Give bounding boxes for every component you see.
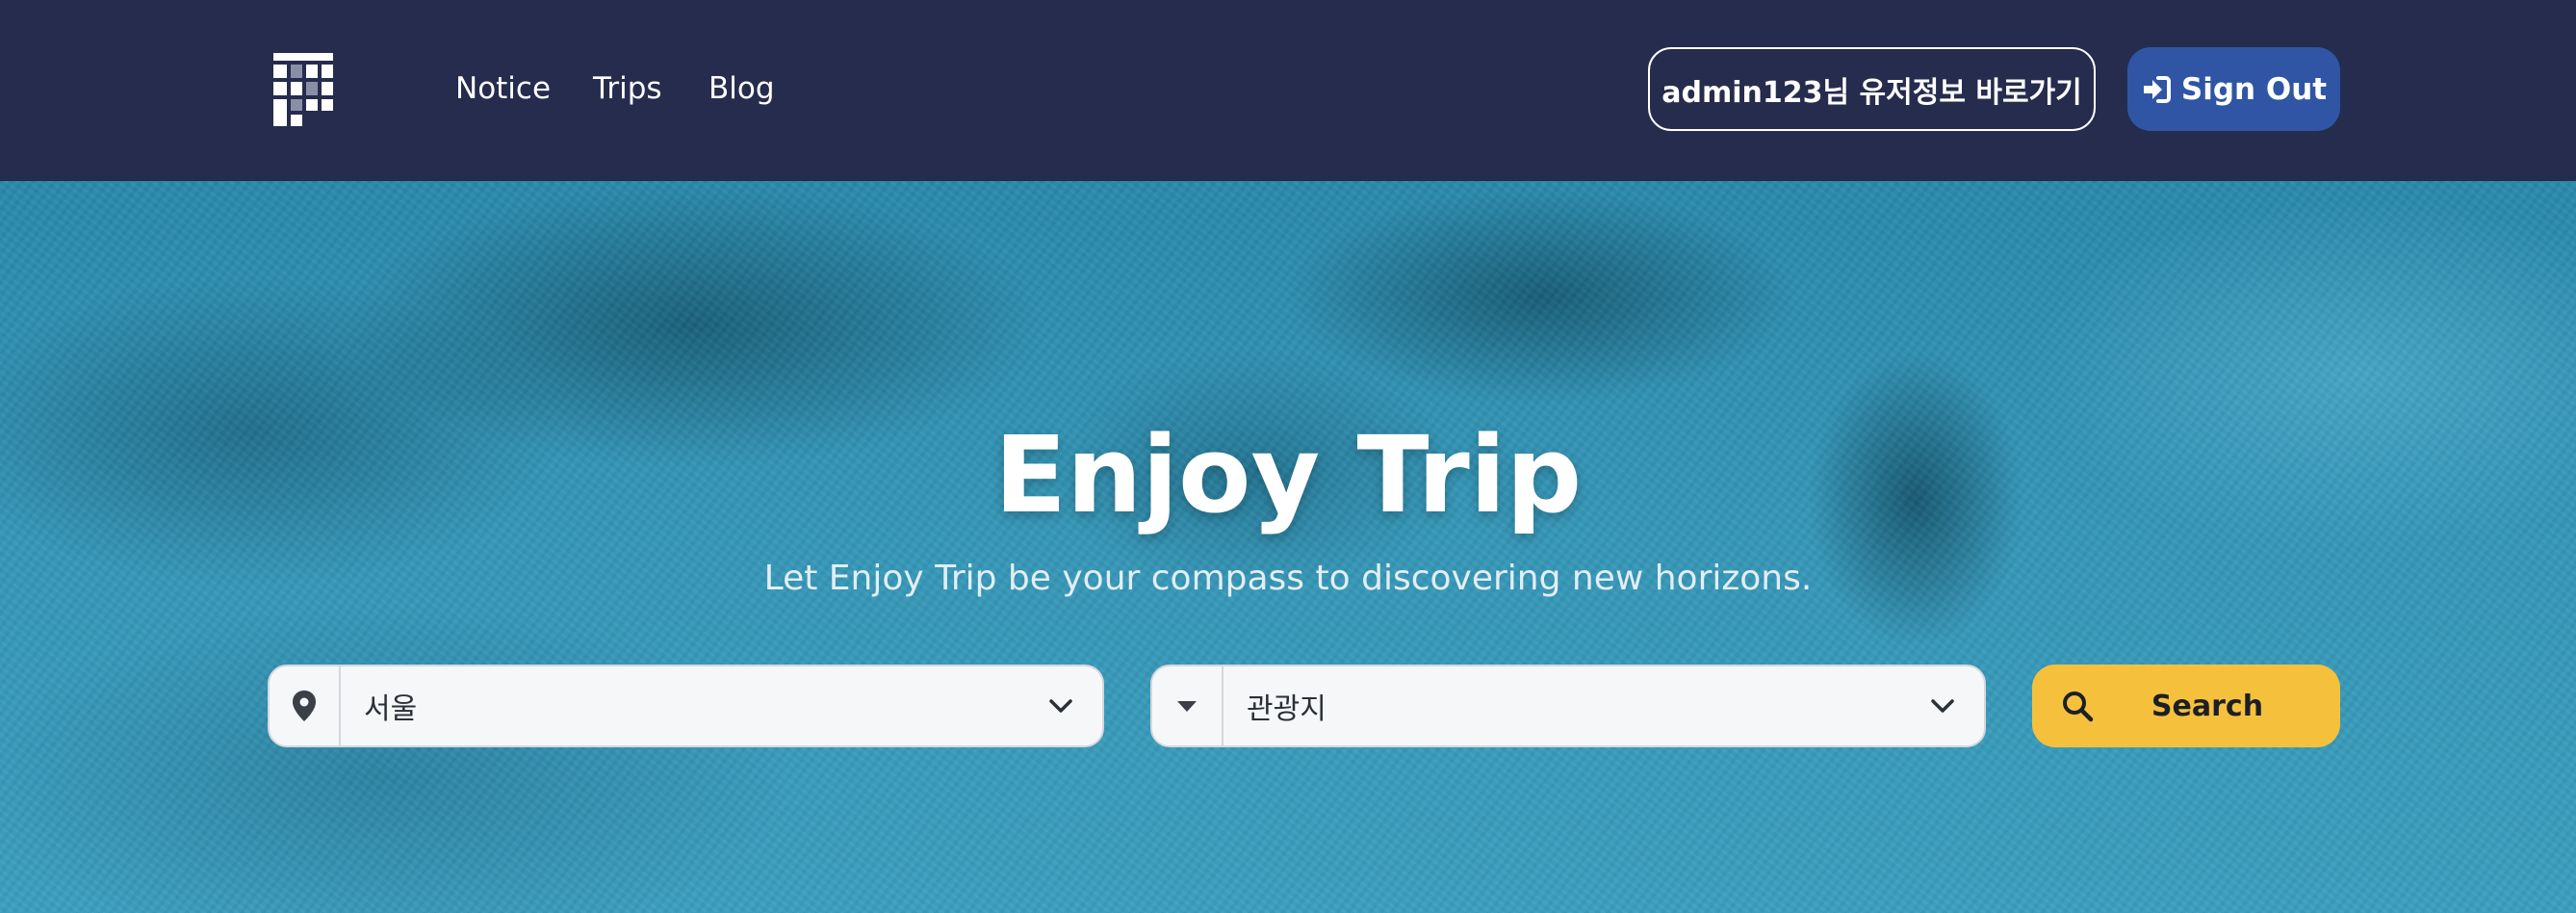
nav-link-blog[interactable]: Blog [708,65,775,112]
user-profile-label: admin123님 유저정보 바로가기 [1662,75,2082,110]
hero-section: Enjoy Trip Let Enjoy Trip be your compas… [0,181,2576,913]
region-select-group: 서울 [268,665,1104,747]
caret-down-icon [1152,666,1224,745]
nav-link-notice[interactable]: Notice [455,65,551,112]
logo-icon[interactable] [273,53,333,126]
hero-subtitle: Let Enjoy Trip be your compass to discov… [763,559,1813,598]
sign-out-button[interactable]: Sign Out [2127,47,2340,131]
region-select[interactable]: 서울 [341,666,1102,745]
sign-out-label: Sign Out [2180,71,2328,107]
search-button[interactable]: Search [2032,665,2340,747]
map-pin-icon [270,666,341,745]
type-select-group: 관광지 [1150,665,1986,747]
top-navbar: Notice Trips Blog admin123님 유저정보 바로가기 Si… [0,0,2576,181]
hero-title: Enjoy Trip [993,413,1583,536]
user-profile-button[interactable]: admin123님 유저정보 바로가기 [1648,47,2096,131]
type-select-value: 관광지 [1247,692,1327,726]
chevron-down-icon [1931,699,1954,713]
sign-in-arrow-icon [2143,75,2171,103]
search-button-label: Search [2151,689,2264,723]
nav-link-trips[interactable]: Trips [593,65,662,112]
hero-background-texture [0,181,2576,913]
chevron-down-icon [1049,699,1072,713]
region-select-value: 서울 [364,692,418,726]
type-select[interactable]: 관광지 [1224,666,1984,745]
